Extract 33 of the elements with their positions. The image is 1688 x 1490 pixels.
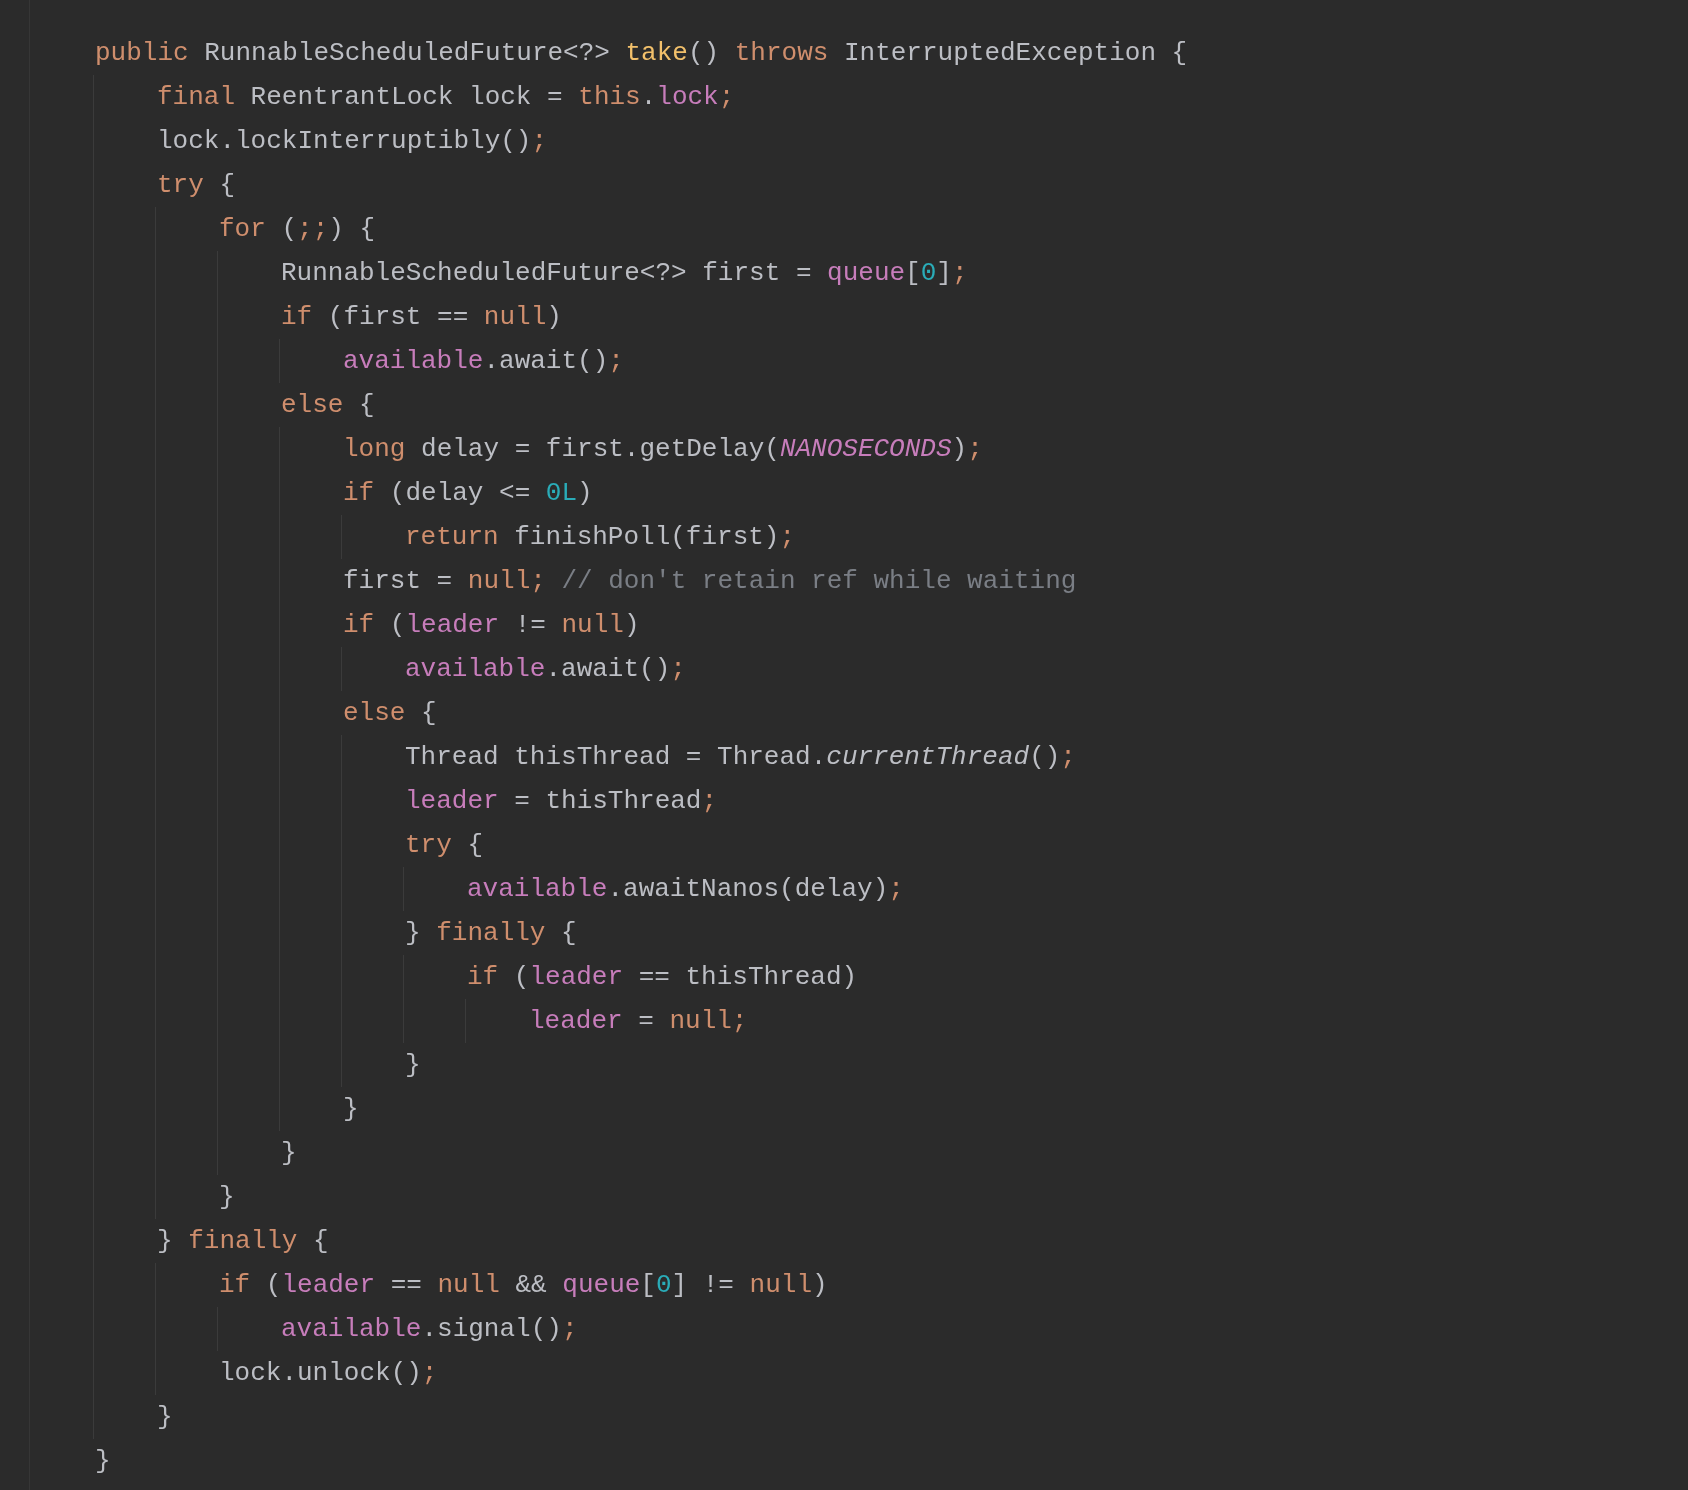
code-line: available.signal();: [281, 1313, 578, 1346]
code-line: } finally {: [405, 917, 577, 950]
code-line: public RunnableScheduledFuture<?> take() throws InterruptedException {: [95, 37, 1188, 70]
code-line: try {: [405, 829, 484, 862]
code-line: leader = null;: [529, 1005, 748, 1038]
code-line: for (;;) {: [219, 213, 376, 246]
code-line: if (first == null): [281, 301, 562, 334]
code-line: RunnableScheduledFuture<?> first = queue[0];: [281, 257, 968, 290]
code-line: }: [405, 1049, 421, 1082]
code-line: }: [157, 1401, 173, 1434]
code-line: if (leader == thisThread): [467, 961, 858, 994]
code-line: first = null; // don't retain ref while waiting: [343, 565, 1077, 598]
code-line: available.await();: [405, 653, 686, 686]
code-line: }: [281, 1137, 297, 1170]
code-line: }: [343, 1093, 359, 1126]
code-line: }: [219, 1181, 235, 1214]
code-line: lock.lockInterruptibly();: [157, 125, 548, 158]
code-line: available.awaitNanos(delay);: [467, 873, 904, 906]
code-line: if (leader != null): [343, 609, 640, 642]
code-line: else {: [343, 697, 437, 730]
code-line: leader = thisThread;: [405, 785, 718, 818]
code-line: long delay = first.getDelay(NANOSECONDS);: [343, 433, 983, 466]
code-line: final ReentrantLock lock = this.lock;: [157, 81, 735, 114]
code-line: if (leader == null && queue[0] != null): [219, 1269, 828, 1302]
code-line: Thread thisThread = Thread.currentThread();: [405, 741, 1076, 774]
code-line: }: [95, 1445, 111, 1478]
code-line: available.await();: [343, 345, 624, 378]
code-line: lock.unlock();: [219, 1357, 438, 1390]
code-line: try {: [157, 169, 236, 202]
code-line: if (delay <= 0L): [343, 477, 593, 510]
code-line: } finally {: [157, 1225, 329, 1258]
code-line: return finishPoll(first);: [405, 521, 796, 554]
code-line: else {: [281, 389, 375, 422]
